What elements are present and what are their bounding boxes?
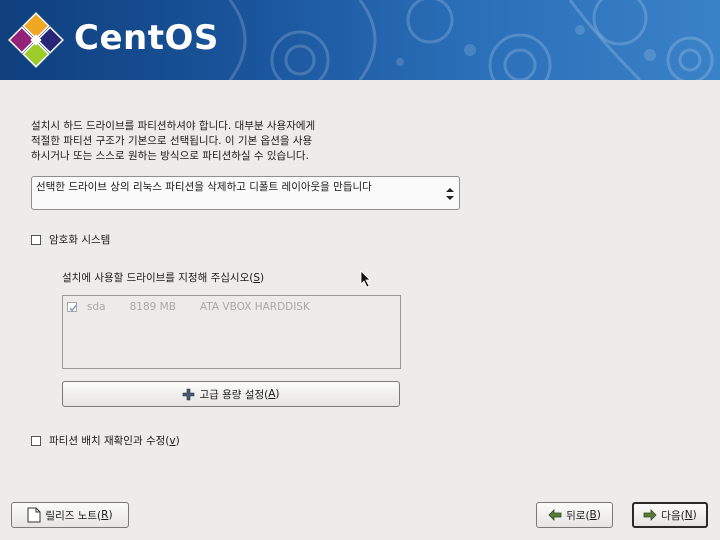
drive-name: sda [87,301,106,313]
next-suffix: ) [692,509,697,521]
back-label: 뒤로( [566,509,590,522]
description-line: 적절한 파티션 구조가 기본으로 선택됩니다. 이 기본 옵션을 사용 [31,135,313,147]
encrypt-label: 암호화 시스템 [49,234,111,246]
encrypt-checkbox[interactable] [31,234,41,245]
next-label: 다음( [661,509,685,522]
next-mnemonic: N [684,509,693,521]
review-label-suffix: ) [175,434,180,447]
description-line: 하시거나 또는 스스로 원하는 방식으로 파티션하실 수 있습니다. [31,150,309,162]
drive-list[interactable]: sda 8189 MB ATA VBOX HARDDISK [62,295,401,369]
drive-row[interactable]: sda 8189 MB ATA VBOX HARDDISK [67,301,334,313]
review-partition-option[interactable]: 파티션 배치 재확인과 수정(v) [31,433,180,448]
check-mark-icon [69,304,78,312]
centos-logo-icon [8,12,64,68]
back-button[interactable]: 뒤로(B) [536,502,613,528]
encrypt-system-option[interactable]: 암호화 시스템 [31,232,110,247]
review-label: 파티션 배치 재확인과 수정( [49,435,170,447]
back-mnemonic: B [589,509,597,521]
advanced-button-label: 고급 용량 설정( [199,388,269,401]
drive-select-label: 설치에 사용할 드라이브를 지정해 주십시오(S) [62,270,264,285]
advanced-button-mnemonic: A [268,388,276,400]
arrow-right-icon [643,509,657,521]
arrow-left-icon [548,509,562,521]
advanced-button-label-suffix: ) [275,388,280,400]
release-notes-label: 릴리즈 노트( [45,509,102,522]
drive-size: 8189 MB [129,301,176,313]
release-notes-button[interactable]: 릴리즈 노트(R) [11,502,129,528]
header-banner: CentOS [0,0,720,80]
document-icon [27,507,41,523]
partition-layout-selected: 선택한 드라이브 상의 리눅스 파티션을 삭제하고 디폴트 레이아웃을 만듭니다 [36,181,372,193]
centos-wordmark: CentOS [74,18,219,58]
release-notes-suffix: ) [108,509,113,521]
drive-select-mnemonic: S [253,272,260,284]
drive-checkbox[interactable] [67,302,78,312]
partition-description: 설치시 하드 드라이브를 파티션하셔야 합니다. 대부분 사용자에게 적절한 파… [31,119,411,164]
plus-icon [183,388,195,400]
drive-select-label-suffix: ) [260,272,265,284]
drive-select-label-text: 설치에 사용할 드라이브를 지정해 주십시오( [62,272,254,284]
description-line: 설치시 하드 드라이브를 파티션하셔야 합니다. 대부분 사용자에게 [31,120,316,132]
mouse-cursor-icon [360,270,371,288]
advanced-storage-button[interactable]: 고급 용량 설정(A) [62,381,400,407]
review-checkbox[interactable] [31,435,41,446]
release-notes-mnemonic: R [101,509,109,521]
back-suffix: ) [596,509,601,521]
spin-arrows-icon [446,188,454,200]
partition-layout-combo[interactable]: 선택한 드라이브 상의 리눅스 파티션을 삭제하고 디폴트 레이아웃을 만듭니다 [31,176,460,210]
next-button[interactable]: 다음(N) [632,502,708,528]
drive-model: ATA VBOX HARDDISK [199,301,310,313]
